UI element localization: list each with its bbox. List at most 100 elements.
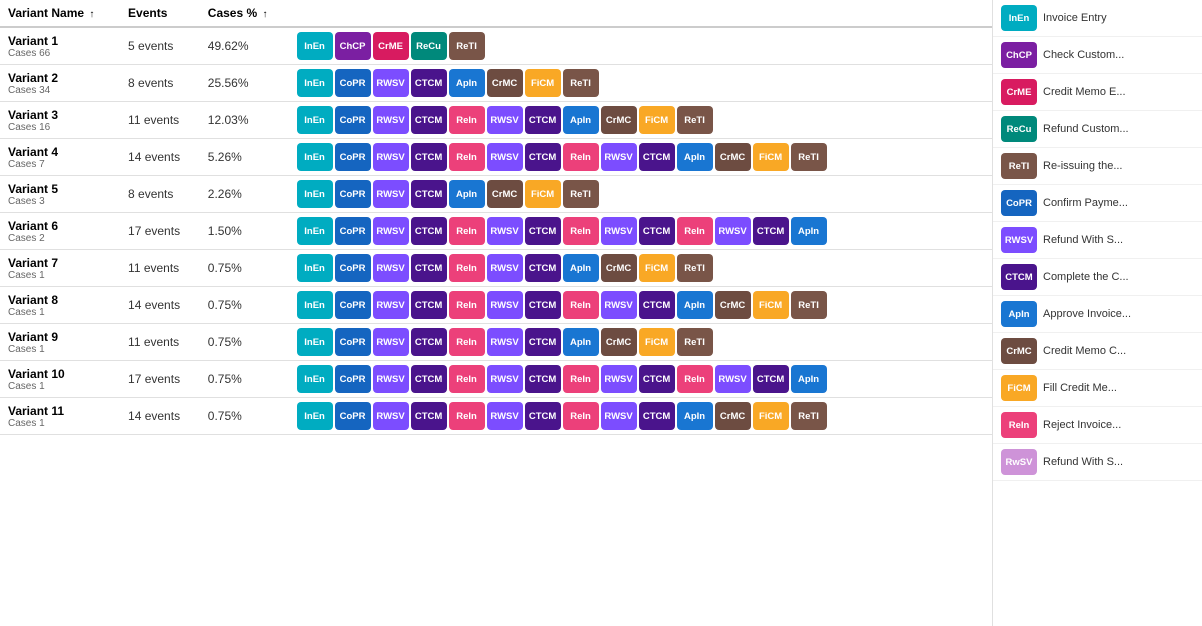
legend-item-FiCM[interactable]: FiCMFill Credit Me... xyxy=(993,370,1202,407)
col-header-events[interactable]: Events xyxy=(120,0,200,27)
activity-chip-InEn[interactable]: InEn xyxy=(297,217,333,245)
activity-chip-CTCM[interactable]: CTCM xyxy=(525,106,561,134)
activity-chip-RWSV[interactable]: RWSV xyxy=(487,291,523,319)
activity-chip-CTCM[interactable]: CTCM xyxy=(639,365,675,393)
activity-chip-CrMC[interactable]: CrMC xyxy=(487,69,523,97)
activity-chip-CTCM[interactable]: CTCM xyxy=(639,217,675,245)
legend-item-CTCM[interactable]: CTCMComplete the C... xyxy=(993,259,1202,296)
activity-chip-CrMC[interactable]: CrMC xyxy=(601,254,637,282)
legend-item-RwSV[interactable]: RwSVRefund With S... xyxy=(993,444,1202,481)
activity-chip-RWSV[interactable]: RWSV xyxy=(715,217,751,245)
activity-chip-ReTI[interactable]: ReTI xyxy=(677,328,713,356)
activity-chip-CoPR[interactable]: CoPR xyxy=(335,365,371,393)
table-row[interactable]: Variant 7Cases 111 events0.75%InEnCoPRRW… xyxy=(0,250,992,287)
activity-chip-ReTI[interactable]: ReTI xyxy=(563,180,599,208)
table-row[interactable]: Variant 5Cases 38 events2.26%InEnCoPRRWS… xyxy=(0,176,992,213)
table-row[interactable]: Variant 4Cases 714 events5.26%InEnCoPRRW… xyxy=(0,139,992,176)
legend-item-InEn[interactable]: InEnInvoice Entry xyxy=(993,0,1202,37)
activity-chip-RWSV[interactable]: RWSV xyxy=(487,365,523,393)
activity-chip-RWSV[interactable]: RWSV xyxy=(601,291,637,319)
activity-chip-ReTI[interactable]: ReTI xyxy=(677,254,713,282)
activity-chip-InEn[interactable]: InEn xyxy=(297,365,333,393)
activity-chip-CoPR[interactable]: CoPR xyxy=(335,106,371,134)
activity-chip-RWSV[interactable]: RWSV xyxy=(373,217,409,245)
activity-chip-CrMC[interactable]: CrMC xyxy=(715,402,751,430)
activity-chip-ApIn[interactable]: ApIn xyxy=(563,254,599,282)
activity-chip-FiCM[interactable]: FiCM xyxy=(639,254,675,282)
activity-chip-CTCM[interactable]: CTCM xyxy=(525,328,561,356)
activity-chip-ReTI[interactable]: ReTI xyxy=(677,106,713,134)
activity-chip-CrMC[interactable]: CrMC xyxy=(487,180,523,208)
activity-chip-ApIn[interactable]: ApIn xyxy=(449,180,485,208)
activity-chip-ReTI[interactable]: ReTI xyxy=(791,402,827,430)
activity-chip-RWSV[interactable]: RWSV xyxy=(487,254,523,282)
activity-chip-RWSV[interactable]: RWSV xyxy=(487,106,523,134)
activity-chip-ReIn[interactable]: ReIn xyxy=(449,254,485,282)
legend-item-RWSV[interactable]: RWSVRefund With S... xyxy=(993,222,1202,259)
activity-chip-CoPR[interactable]: CoPR xyxy=(335,180,371,208)
activity-chip-ReIn[interactable]: ReIn xyxy=(563,365,599,393)
activity-chip-ApIn[interactable]: ApIn xyxy=(791,217,827,245)
activity-chip-CoPR[interactable]: CoPR xyxy=(335,254,371,282)
activity-chip-CTCM[interactable]: CTCM xyxy=(411,328,447,356)
activity-chip-FiCM[interactable]: FiCM xyxy=(753,402,789,430)
legend-item-CoPR[interactable]: CoPRConfirm Payme... xyxy=(993,185,1202,222)
activity-chip-InEn[interactable]: InEn xyxy=(297,106,333,134)
activity-chip-CTCM[interactable]: CTCM xyxy=(753,217,789,245)
activity-chip-RWSV[interactable]: RWSV xyxy=(487,328,523,356)
activity-chip-RWSV[interactable]: RWSV xyxy=(487,143,523,171)
activity-chip-CTCM[interactable]: CTCM xyxy=(411,180,447,208)
activity-chip-CTCM[interactable]: CTCM xyxy=(525,402,561,430)
activity-chip-CrMC[interactable]: CrMC xyxy=(715,143,751,171)
table-row[interactable]: Variant 8Cases 114 events0.75%InEnCoPRRW… xyxy=(0,287,992,324)
activity-chip-InEn[interactable]: InEn xyxy=(297,291,333,319)
activity-chip-RWSV[interactable]: RWSV xyxy=(601,402,637,430)
activity-chip-FiCM[interactable]: FiCM xyxy=(639,106,675,134)
activity-chip-FiCM[interactable]: FiCM xyxy=(525,180,561,208)
activity-chip-ReIn[interactable]: ReIn xyxy=(449,402,485,430)
activity-chip-CTCM[interactable]: CTCM xyxy=(411,106,447,134)
activity-chip-InEn[interactable]: InEn xyxy=(297,143,333,171)
activity-chip-CTCM[interactable]: CTCM xyxy=(411,217,447,245)
activity-chip-ChCP[interactable]: ChCP xyxy=(335,32,371,60)
variants-table-container[interactable]: Variant Name ↑ Events Cases % ↑ Variant … xyxy=(0,0,992,626)
activity-chip-CTCM[interactable]: CTCM xyxy=(753,365,789,393)
activity-chip-ReIn[interactable]: ReIn xyxy=(563,143,599,171)
activity-chip-CoPR[interactable]: CoPR xyxy=(335,402,371,430)
legend-item-ReTI[interactable]: ReTIRe-issuing the... xyxy=(993,148,1202,185)
activity-chip-ReIn[interactable]: ReIn xyxy=(449,328,485,356)
activity-chip-CrMC[interactable]: CrMC xyxy=(601,106,637,134)
activity-chip-CTCM[interactable]: CTCM xyxy=(525,217,561,245)
activity-chip-RWSV[interactable]: RWSV xyxy=(373,402,409,430)
activity-chip-InEn[interactable]: InEn xyxy=(297,32,333,60)
col-header-cases-pct[interactable]: Cases % ↑ xyxy=(200,0,289,27)
activity-chip-ApIn[interactable]: ApIn xyxy=(677,291,713,319)
activity-chip-ApIn[interactable]: ApIn xyxy=(677,402,713,430)
activity-chip-ReIn[interactable]: ReIn xyxy=(563,402,599,430)
activity-chip-ApIn[interactable]: ApIn xyxy=(791,365,827,393)
activity-chip-RWSV[interactable]: RWSV xyxy=(373,143,409,171)
activity-chip-CTCM[interactable]: CTCM xyxy=(525,254,561,282)
activity-chip-RWSV[interactable]: RWSV xyxy=(373,291,409,319)
activity-chip-CTCM[interactable]: CTCM xyxy=(639,143,675,171)
activity-chip-RWSV[interactable]: RWSV xyxy=(601,365,637,393)
activity-chip-ApIn[interactable]: ApIn xyxy=(677,143,713,171)
table-row[interactable]: Variant 10Cases 117 events0.75%InEnCoPRR… xyxy=(0,361,992,398)
activity-chip-CoPR[interactable]: CoPR xyxy=(335,143,371,171)
activity-chip-ReIn[interactable]: ReIn xyxy=(449,365,485,393)
activity-chip-RWSV[interactable]: RWSV xyxy=(373,365,409,393)
activity-chip-FiCM[interactable]: FiCM xyxy=(753,143,789,171)
activity-chip-CTCM[interactable]: CTCM xyxy=(411,69,447,97)
col-header-variant-name[interactable]: Variant Name ↑ xyxy=(0,0,120,27)
legend-item-CrMC[interactable]: CrMCCredit Memo C... xyxy=(993,333,1202,370)
activity-chip-ReIn[interactable]: ReIn xyxy=(449,143,485,171)
legend-item-ApIn[interactable]: ApInApprove Invoice... xyxy=(993,296,1202,333)
activity-chip-ApIn[interactable]: ApIn xyxy=(563,106,599,134)
activity-chip-CrMC[interactable]: CrMC xyxy=(715,291,751,319)
table-row[interactable]: Variant 11Cases 114 events0.75%InEnCoPRR… xyxy=(0,398,992,435)
activity-chip-ReTI[interactable]: ReTI xyxy=(791,291,827,319)
activity-chip-CTCM[interactable]: CTCM xyxy=(411,365,447,393)
activity-chip-InEn[interactable]: InEn xyxy=(297,402,333,430)
table-row[interactable]: Variant 3Cases 1611 events12.03%InEnCoPR… xyxy=(0,102,992,139)
activity-chip-CTCM[interactable]: CTCM xyxy=(639,291,675,319)
